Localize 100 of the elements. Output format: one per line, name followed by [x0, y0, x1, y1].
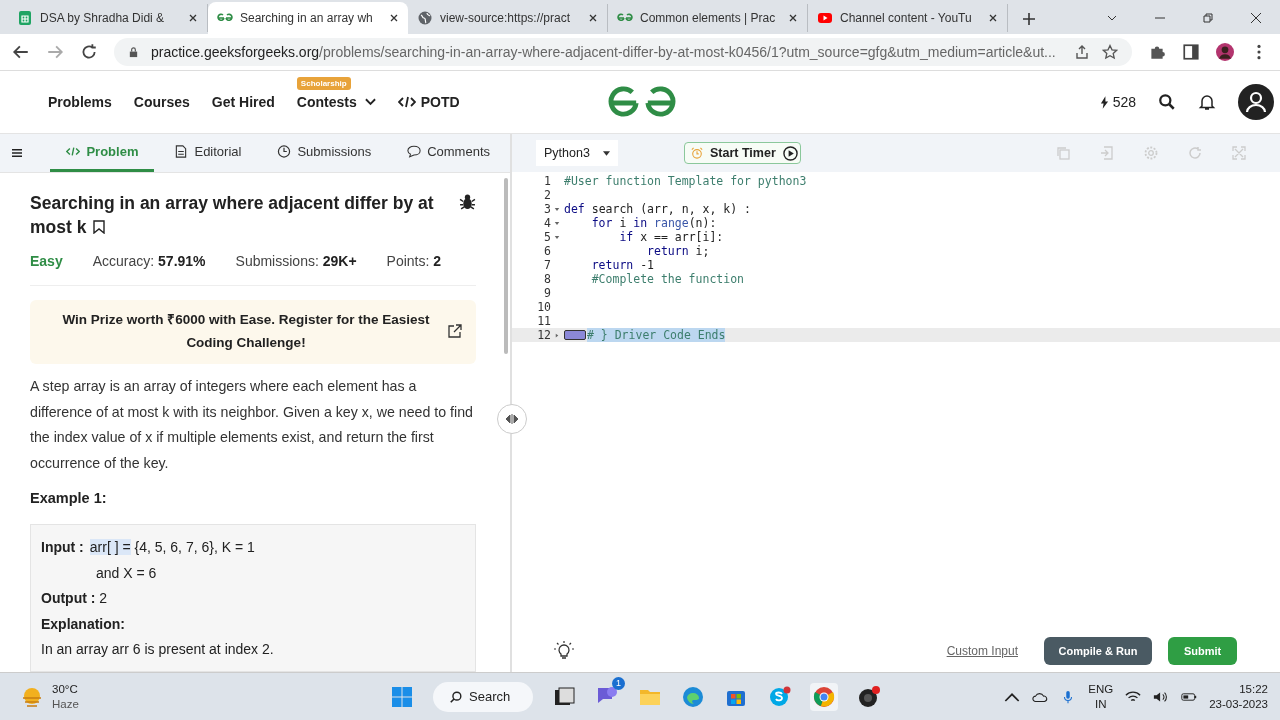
problem-tab[interactable]: Problem — [50, 134, 155, 172]
banner-text: Win Prize worth ₹6000 with Ease. Register for the Easiest Coding Challenge! — [61, 311, 431, 352]
problem-tab[interactable]: Submissions — [261, 134, 388, 172]
document-icon — [174, 145, 189, 158]
code-line: def search (arr, n, x, k) : — [564, 202, 751, 216]
logo-icon[interactable] — [608, 85, 676, 119]
bug-icon[interactable] — [459, 193, 476, 210]
input-language[interactable]: ENG — [1088, 681, 1114, 697]
tab-title: DSA by Shradha Didi & — [40, 11, 166, 25]
tab-title: view-source:https://pract — [440, 11, 572, 25]
folded-code-marker[interactable] — [564, 330, 586, 340]
language-dropdown[interactable]: Python3 — [536, 140, 618, 166]
sheets-icon — [17, 10, 33, 26]
line-number: 2 — [544, 188, 551, 202]
line-number: 4 — [544, 216, 551, 230]
example-value: 2 — [98, 590, 108, 606]
nav-link[interactable]: Courses — [133, 94, 190, 110]
code-line: for i in range(n): — [590, 216, 717, 230]
close-icon[interactable] — [588, 13, 598, 23]
chrome-icon[interactable] — [810, 682, 838, 711]
search-icon[interactable] — [1158, 93, 1176, 111]
difficulty-label: Easy — [30, 253, 63, 269]
windows-start-icon[interactable] — [390, 684, 414, 709]
example-label: Explanation: — [41, 615, 125, 632]
avatar-icon[interactable] — [1238, 84, 1274, 120]
skype-icon[interactable] — [767, 684, 791, 709]
resize-handle[interactable] — [497, 404, 527, 434]
close-icon[interactable] — [188, 13, 198, 23]
code-line: #Complete the function — [590, 272, 744, 286]
external-link-icon[interactable] — [448, 324, 462, 338]
recorder-icon[interactable] — [857, 684, 881, 709]
nav-link[interactable]: Get Hired — [211, 94, 275, 110]
clock-time[interactable]: 15:22 — [1239, 681, 1268, 697]
compile-run-button[interactable]: Compile & Run — [1044, 637, 1152, 665]
browser-tab[interactable]: Common elements | Prac — [608, 4, 808, 32]
browser-tab[interactable]: Searching in an array wh — [208, 2, 408, 34]
nav-link[interactable]: Contests — [296, 94, 376, 110]
scrollbar-thumb[interactable] — [504, 178, 508, 354]
streak-count[interactable]: 528 — [1099, 94, 1136, 110]
restore-icon[interactable] — [1202, 12, 1214, 24]
bell-icon[interactable] — [1198, 93, 1216, 111]
close-icon[interactable] — [788, 13, 798, 23]
start-timer-button[interactable]: Start Timer — [684, 142, 801, 164]
taskbar-search[interactable]: Search — [433, 681, 533, 712]
new-tab-icon[interactable] — [1022, 12, 1036, 26]
fold-arrow-icon[interactable] — [554, 220, 560, 226]
browser-tab[interactable]: Channel content - YouTu — [808, 4, 1008, 32]
nav-link[interactable]: POTD — [397, 94, 460, 110]
example-label: Output : — [41, 590, 96, 606]
example-heading: Example 1: — [30, 490, 108, 506]
input-region[interactable]: IN — [1094, 696, 1107, 712]
code-icon — [66, 145, 81, 158]
avatar-icon[interactable] — [1216, 43, 1234, 61]
fold-arrow-icon[interactable] — [554, 234, 560, 240]
clock-icon — [277, 145, 292, 158]
problem-title: Searching in an array where adjacent differ by at most k — [30, 192, 435, 239]
star-icon[interactable] — [1102, 44, 1118, 60]
selected-text: arr[ ] = — [89, 539, 131, 555]
close-icon[interactable] — [389, 13, 399, 23]
search-icon — [449, 689, 463, 704]
example-label: Input : — [41, 539, 84, 555]
line-number: 12 — [537, 328, 551, 342]
problem-stat: Points: 2 — [386, 253, 442, 269]
problem-tab[interactable]: Editorial — [158, 134, 258, 172]
close-icon[interactable] — [988, 13, 998, 23]
problem-stat: Accuracy: 57.91% — [92, 253, 206, 269]
nav-link[interactable]: Problems — [48, 94, 112, 110]
lock-icon — [128, 46, 139, 58]
resize-icon — [504, 413, 520, 425]
browser-tab[interactable]: view-source:https://pract — [408, 4, 608, 32]
chat-icon — [407, 145, 422, 158]
fold-arrow-icon[interactable] — [554, 206, 560, 212]
promo-banner[interactable]: Win Prize worth ₹6000 with Ease. Register for the Easiest Coding Challenge! — [30, 300, 476, 364]
reload-icon[interactable] — [80, 43, 98, 61]
address-bar[interactable]: practice.geeksforgeeks.org/problems/searching-in-an-array-where-adjacent-differ-by-at-most-k0456/1?utm_source=gfg&utm_medium=article&ut... — [114, 38, 1132, 66]
line-number: 8 — [544, 272, 551, 286]
code-line: #User function Template for python3 — [564, 174, 807, 188]
expand-arrow-icon[interactable] — [554, 332, 560, 338]
problem-tab[interactable]: Comments — [391, 134, 506, 172]
side-panel-icon[interactable] — [1182, 43, 1200, 61]
line-number: 10 — [537, 300, 551, 314]
line-number: 11 — [537, 314, 551, 328]
share-icon[interactable] — [1074, 44, 1090, 60]
line-number: 1 — [544, 174, 551, 188]
custom-input-link[interactable]: Custom Input — [946, 644, 1018, 658]
globe-icon — [417, 10, 433, 26]
clock-date[interactable]: 23-03-2023 — [1209, 696, 1268, 712]
wifi-icon[interactable] — [1125, 689, 1142, 704]
notification-badge: 1 — [612, 676, 625, 690]
browser-tab[interactable]: DSA by Shradha Didi & — [8, 4, 208, 32]
weather-condition: Haze — [52, 696, 79, 712]
lightbulb-icon[interactable] — [554, 641, 574, 661]
edge-browser-icon[interactable] — [681, 684, 705, 709]
chevron-icon — [364, 98, 376, 106]
code-line: if x == arr[i]: — [618, 230, 724, 244]
back-icon[interactable] — [12, 43, 30, 61]
close-icon[interactable] — [1250, 12, 1262, 24]
bookmark-icon[interactable] — [93, 220, 106, 234]
line-number: 5 — [544, 230, 551, 244]
example-value: and X = 6 — [96, 564, 157, 581]
